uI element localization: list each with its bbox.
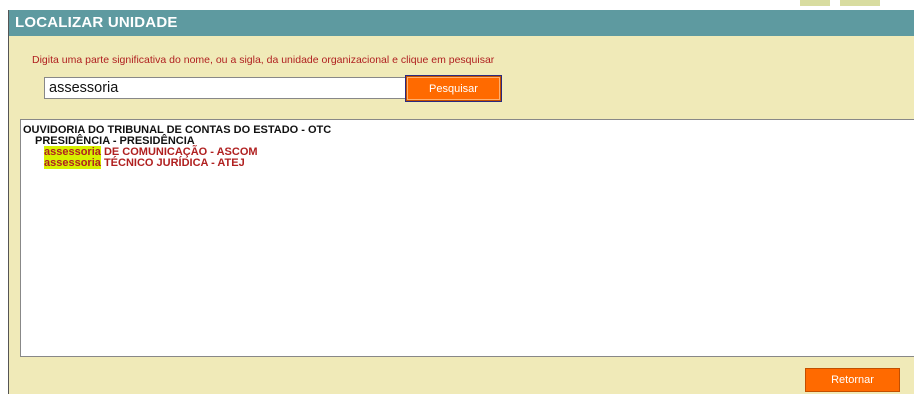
results-panel: OUVIDORIA DO TRIBUNAL DE CONTAS DO ESTAD… xyxy=(20,119,914,357)
instruction-text: Digita uma parte significativa do nome, … xyxy=(32,54,495,66)
top-strip-chip xyxy=(800,0,830,6)
result-item-label: TÉCNICO JURÍDICA - ATEJ xyxy=(100,157,245,169)
localizar-unidade-dialog: LOCALIZAR UNIDADE Digita uma parte signi… xyxy=(8,10,914,394)
dialog-title: LOCALIZAR UNIDADE xyxy=(9,10,914,36)
search-button[interactable]: Pesquisar xyxy=(405,75,502,102)
result-item[interactable]: assessoria TÉCNICO JURÍDICA - ATEJ xyxy=(44,157,245,169)
search-term-highlight: assessoria xyxy=(44,157,101,169)
top-strip xyxy=(0,0,914,10)
return-button[interactable]: Retornar xyxy=(805,368,900,392)
top-strip-chip xyxy=(840,0,880,6)
search-input[interactable] xyxy=(44,77,408,99)
